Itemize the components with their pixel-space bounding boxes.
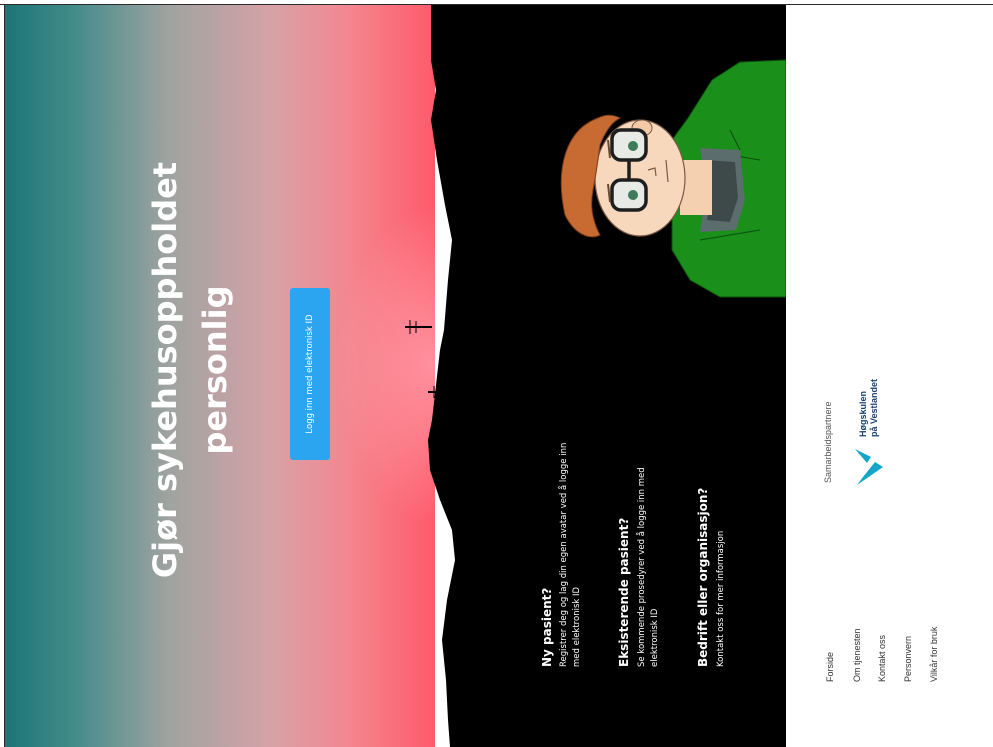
footer: [786, 5, 993, 747]
new-patient-text-1: Registrer deg og lag din egen avatar ved…: [559, 442, 569, 667]
new-patient-heading: Ny pasient?: [540, 587, 554, 667]
hvl-logo-icon[interactable]: [853, 447, 885, 487]
footer-link-vilkar[interactable]: Vilkår for bruk: [929, 627, 939, 682]
avatar-face: [594, 119, 686, 237]
new-patient-text-2: med elektronisk ID: [572, 586, 582, 667]
tree-silhouette: [440, 350, 454, 362]
existing-patient-text-2: elektronisk ID: [650, 608, 660, 667]
footer-link-forside[interactable]: Forside: [825, 652, 835, 682]
avatar-shirt: [671, 59, 787, 298]
partners-label: Samarbeidspartnere: [823, 401, 833, 483]
avatar-illustration: [560, 59, 787, 298]
footer-link-personvern[interactable]: Personvern: [903, 636, 913, 682]
avatar-glasses: [610, 128, 648, 212]
avatar-hair: [560, 114, 622, 238]
existing-patient-text-1: Se kommende prosedyrer ved å logge inn m…: [637, 467, 647, 667]
existing-patient-heading: Eksisterende pasient?: [617, 517, 631, 667]
login-eid-button[interactable]: Logg inn med elektronisk ID: [290, 288, 330, 460]
hero-title: Gjør sykehusoppholdet personlig: [146, 161, 234, 579]
sun-glow: [335, 205, 435, 525]
footer-link-om-tjenesten[interactable]: Om tjenesten: [852, 628, 862, 682]
footer-link-kontakt-oss[interactable]: Kontakt oss: [877, 635, 887, 682]
hvl-logo-line2: på Vestlandet: [869, 378, 879, 437]
avatar-collar: [700, 148, 745, 232]
business-heading: Bedrift eller organisasjon?: [696, 487, 710, 667]
business-text: Kontakt oss for mer informasjon: [716, 530, 726, 667]
avatar-neck: [680, 160, 712, 215]
hvl-logo-line1: Høgskulen: [858, 390, 868, 437]
hills-silhouette: [428, 5, 786, 747]
